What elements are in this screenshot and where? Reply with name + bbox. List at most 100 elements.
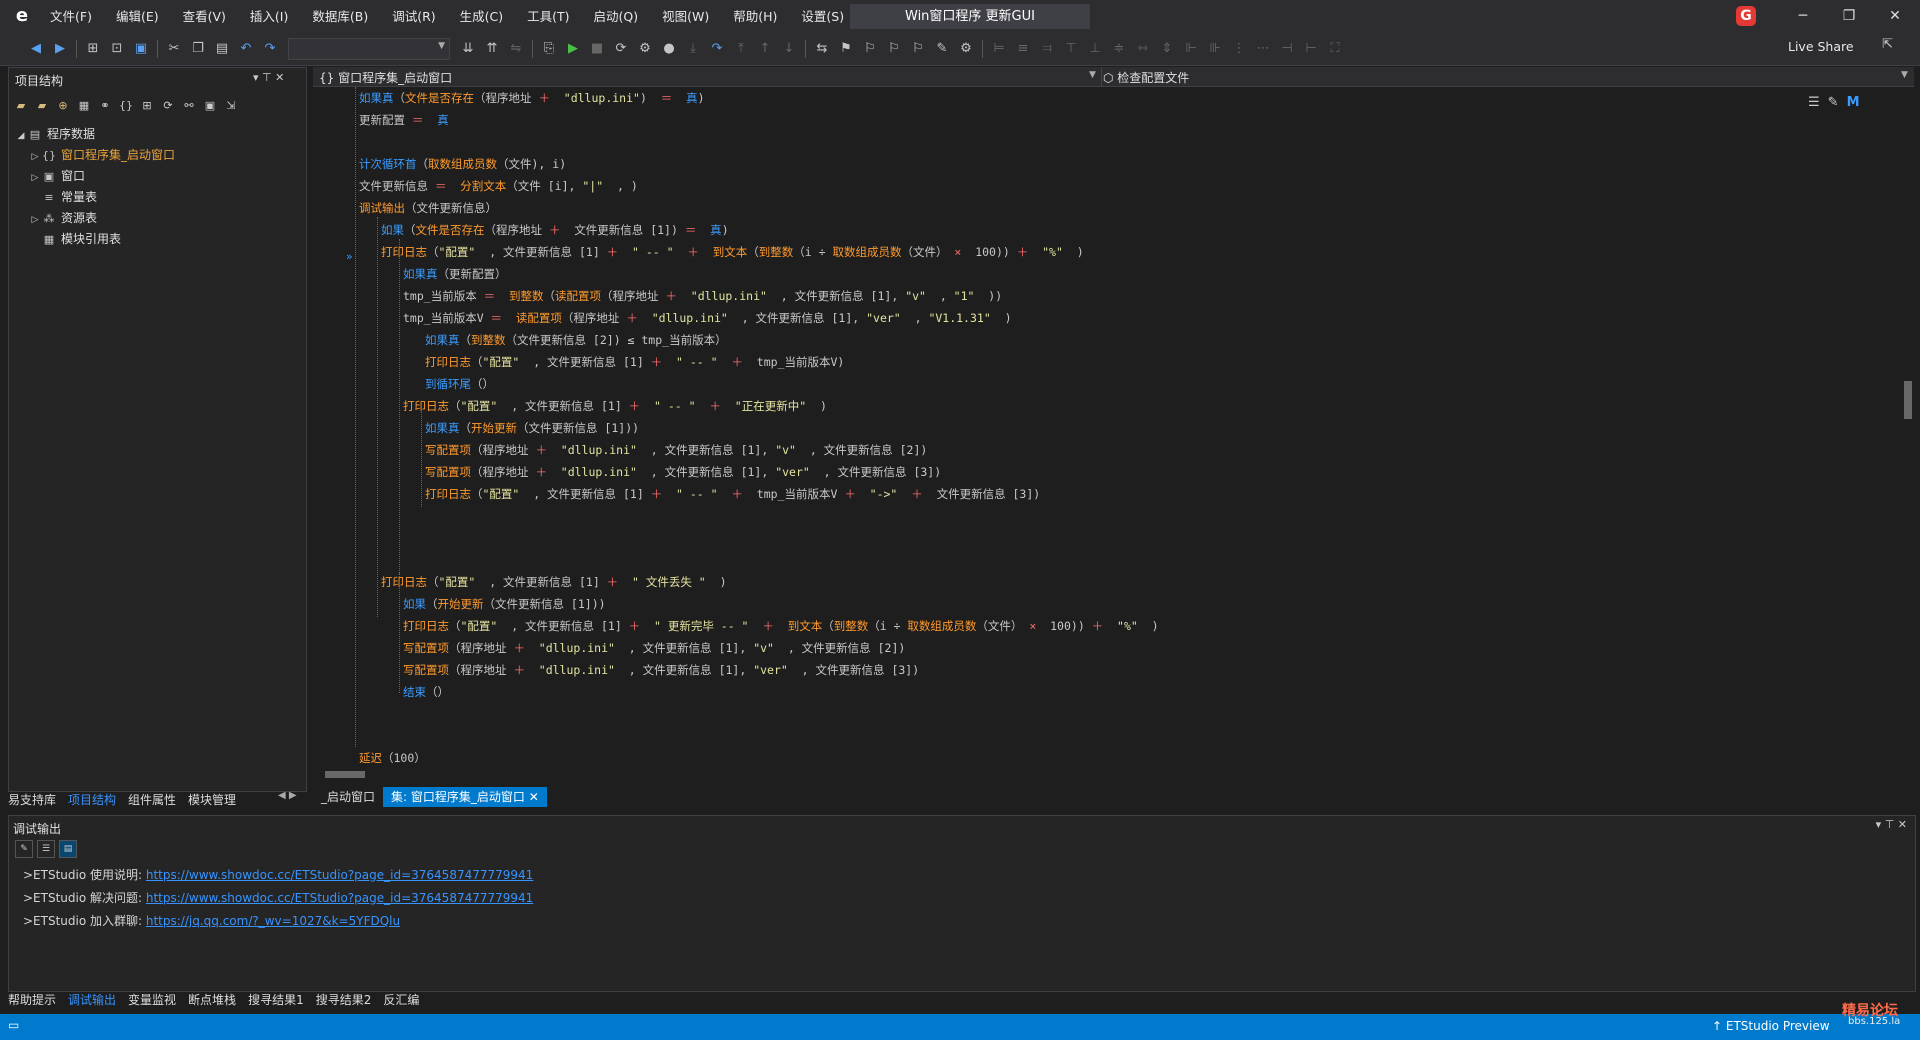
code-line[interactable]: 结束（） — [403, 681, 449, 703]
output-tab[interactable]: 帮助提示 — [8, 991, 56, 1008]
bookmark-prev-icon[interactable]: ⚐ — [859, 38, 881, 60]
share-icon[interactable]: ⇱ — [1882, 37, 1893, 52]
image-icon[interactable]: ▣ — [202, 98, 218, 114]
comment-icon[interactable]: ⇆ — [811, 38, 833, 60]
menu-item[interactable]: 帮助(H) — [721, 0, 789, 33]
output-tab[interactable]: 变量监视 — [128, 991, 176, 1008]
menu-item[interactable]: 数据库(B) — [300, 0, 380, 33]
open-folder-icon[interactable]: ▰ — [13, 98, 29, 114]
method-selector[interactable]: ⬡ 检查配置文件 — [1103, 69, 1189, 86]
publish-icon[interactable]: ⇋ — [505, 38, 527, 60]
minimize-button[interactable]: ─ — [1780, 0, 1826, 33]
same-width-icon[interactable]: ⇿ — [1132, 38, 1154, 60]
menu-item[interactable]: 生成(C) — [448, 0, 515, 33]
new-file-icon[interactable]: ⊡ — [106, 38, 128, 60]
compile-icon[interactable]: ⇊ — [457, 38, 479, 60]
tree-item[interactable]: ≡ 常量表 — [29, 187, 97, 207]
output-link[interactable]: https://jq.qq.com/?_wv=1027&k=5YFDQlu — [146, 914, 400, 928]
tree-item[interactable]: ▷{} 窗口程序集_启动窗口 — [29, 145, 175, 165]
clear-icon[interactable]: ✎ — [15, 840, 33, 858]
align-right-icon[interactable]: ⫤ — [1036, 38, 1058, 60]
vertical-scrollbar[interactable] — [1902, 87, 1914, 763]
redo-icon[interactable]: ↷ — [259, 38, 281, 60]
account-logo-icon[interactable]: G — [1736, 6, 1756, 26]
code-line[interactable]: 如果真（文件是否存在（程序地址 ＋ "dllup.ini") ＝ 真) — [359, 87, 705, 109]
editor-tab[interactable]: 集: 窗口程序集_启动窗口 ✕ — [383, 786, 547, 807]
menu-item[interactable]: 插入(I) — [238, 0, 300, 33]
restore-button[interactable]: ❐ — [1826, 0, 1872, 33]
wrench-icon[interactable]: ✎ — [931, 38, 953, 60]
center-h-icon[interactable]: ⊣ — [1276, 38, 1298, 60]
format-icon[interactable]: ☰ — [1808, 95, 1820, 110]
menu-item[interactable]: 查看(V) — [171, 0, 238, 33]
code-line[interactable]: 打印日志（"配置" , 文件更新信息 [1] ＋ " 文件丢失 " ) — [381, 571, 727, 593]
code-line[interactable]: 如果真（开始更新（文件更新信息 [1])) — [425, 417, 639, 439]
link-icon[interactable]: ⚭ — [97, 98, 113, 114]
chevron-down-icon[interactable]: ▼ — [1901, 70, 1908, 80]
code-line[interactable]: 打印日志（"配置" , 文件更新信息 [1] ＋ " -- " ＋ tmp_当前… — [425, 351, 844, 373]
config-dropdown[interactable]: ▼ — [288, 38, 450, 60]
code-line[interactable]: 如果（文件是否存在（程序地址 ＋ 文件更新信息 [1]) ＝ 真) — [381, 219, 729, 241]
breakpoint-icon[interactable]: ● — [658, 38, 680, 60]
scroll-thumb[interactable] — [1904, 381, 1912, 419]
menu-item[interactable]: 文件(F) — [38, 0, 104, 33]
panel-controls[interactable]: ▾ ⊤ ✕ — [1876, 818, 1907, 831]
output-tab[interactable]: 反汇编 — [383, 991, 419, 1008]
refresh-icon[interactable]: ⟳ — [160, 98, 176, 114]
same-height-icon[interactable]: ⇕ — [1156, 38, 1178, 60]
code-line[interactable]: 如果真（到整数（文件更新信息 [2]) ≤ tmp_当前版本） — [425, 329, 727, 351]
menu-item[interactable]: 工具(T) — [515, 0, 581, 33]
wrap-icon[interactable]: ▤ — [59, 840, 77, 858]
scroll-thumb[interactable] — [325, 771, 365, 778]
align-center-icon[interactable]: ≡ — [1012, 38, 1034, 60]
center-v-icon[interactable]: ⊢ — [1300, 38, 1322, 60]
code-line[interactable]: 延迟（100） — [359, 747, 426, 763]
hspace-icon[interactable]: ⊩ — [1180, 38, 1202, 60]
output-tab[interactable]: 搜寻结果2 — [316, 991, 372, 1008]
horizontal-scrollbar[interactable] — [317, 769, 1897, 781]
code-line[interactable]: 如果（开始更新（文件更新信息 [1])) — [403, 593, 606, 615]
chevron-down-icon[interactable]: ▼ — [1089, 70, 1096, 80]
tree-item[interactable]: ▦ 模块引用表 — [29, 229, 121, 249]
menu-item[interactable]: 启动(Q) — [582, 0, 651, 33]
tree-expand-icon[interactable]: ▷ — [29, 168, 41, 188]
menu-item[interactable]: 视图(W) — [650, 0, 721, 33]
align-bottom-icon[interactable]: ⊥ — [1084, 38, 1106, 60]
code-area[interactable]: 如果真（文件是否存在（程序地址 ＋ "dllup.ini") ＝ 真) 更新配置 … — [313, 87, 1893, 763]
tree-item[interactable]: ▷ ▣ 窗口 — [29, 166, 85, 186]
tree-expand-icon[interactable]: ◢ — [15, 126, 27, 146]
tab-scroll-arrows-icon[interactable]: ◀ ▶ — [278, 790, 297, 801]
code-line[interactable]: tmp_当前版本 ＝ 到整数（读配置项（程序地址 ＋ "dllup.ini" ,… — [403, 285, 1002, 307]
stop-icon[interactable]: ■ — [586, 38, 608, 60]
step-up-icon[interactable]: ↑ — [754, 38, 776, 60]
code-line[interactable]: 打印日志（"配置" , 文件更新信息 [1] ＋ " -- " ＋ 到文本（到整… — [381, 241, 1084, 263]
bookmark-clear-icon[interactable]: ⚐ — [907, 38, 929, 60]
code-line[interactable]: 写配置项（程序地址 ＋ "dllup.ini" , 文件更新信息 [1], "v… — [425, 461, 941, 483]
code-line[interactable]: tmp_当前版本V ＝ 读配置项（程序地址 ＋ "dllup.ini" , 文件… — [403, 307, 1012, 329]
menu-item[interactable]: 编辑(E) — [104, 0, 171, 33]
distribute-v-icon[interactable]: ⋯ — [1252, 38, 1274, 60]
back-icon[interactable]: ◀ — [25, 38, 47, 60]
edit-icon[interactable]: ✎ — [1828, 95, 1839, 110]
close-tab-icon[interactable]: ✕ — [525, 790, 539, 804]
vspace-icon[interactable]: ⊪ — [1204, 38, 1226, 60]
braces-icon[interactable]: {} — [118, 98, 134, 114]
save-icon[interactable]: ▣ — [130, 38, 152, 60]
code-line[interactable]: 文件更新信息 ＝ 分割文本（文件 [i], "|" , ) — [359, 175, 638, 197]
output-link[interactable]: https://www.showdoc.cc/ETStudio?page_id=… — [146, 868, 533, 882]
live-share-button[interactable]: Live Share — [1788, 39, 1854, 54]
class-selector[interactable]: {} 窗口程序集_启动窗口 — [319, 69, 452, 86]
tree-item[interactable]: ▷ ⁂ 资源表 — [29, 208, 97, 228]
add-class-icon[interactable]: ⊕ — [55, 98, 71, 114]
list-icon[interactable]: ☰ — [37, 840, 55, 858]
tab-0[interactable]: 易支持库 — [8, 791, 56, 808]
code-line[interactable]: 写配置项（程序地址 ＋ "dllup.ini" , 文件更新信息 [1], "v… — [403, 659, 919, 681]
network-icon[interactable]: ⚯ — [181, 98, 197, 114]
code-line[interactable]: 打印日志（"配置" , 文件更新信息 [1] ＋ " 更新完毕 -- " ＋ 到… — [403, 615, 1159, 637]
settings-icon[interactable]: ⚙ — [955, 38, 977, 60]
status-window-icon[interactable]: ▭ — [8, 1018, 19, 1032]
code-line[interactable]: 打印日志（"配置" , 文件更新信息 [1] ＋ " -- " ＋ "正在更新中… — [403, 395, 827, 417]
code-line[interactable]: 打印日志（"配置" , 文件更新信息 [1] ＋ " -- " ＋ tmp_当前… — [425, 483, 1040, 505]
editor-tab[interactable]: _启动窗口 — [313, 787, 383, 807]
forward-icon[interactable]: ▶ — [49, 38, 71, 60]
